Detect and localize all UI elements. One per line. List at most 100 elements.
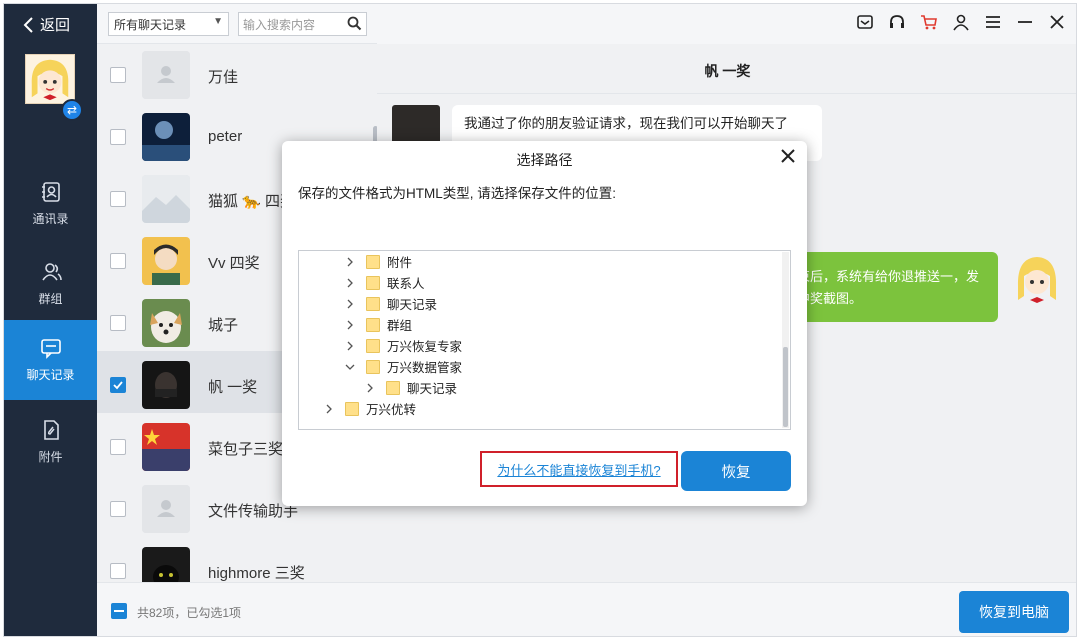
select-path-dialog: 选择路径 保存的文件格式为HTML类型, 请选择保存文件的位置: 附件 联系人 … bbox=[282, 141, 807, 506]
restore-button[interactable]: 恢复 bbox=[681, 451, 791, 491]
contact-checkbox[interactable] bbox=[110, 563, 126, 579]
tree-item-label: 万兴数据管家 bbox=[387, 361, 463, 375]
search-placeholder: 输入搜索内容 bbox=[243, 18, 316, 32]
folder-icon bbox=[345, 401, 359, 416]
tree-item[interactable]: 万兴恢复专家 bbox=[344, 335, 462, 356]
nav-item-contacts[interactable]: 通讯录 bbox=[4, 164, 97, 244]
avatar bbox=[142, 361, 190, 409]
chevron-right-icon[interactable] bbox=[344, 340, 356, 352]
recover-to-pc-button[interactable]: 恢复到电脑 bbox=[959, 591, 1069, 633]
avatar bbox=[142, 547, 190, 582]
tree-item-label: 聊天记录 bbox=[407, 382, 458, 396]
tree-item-label: 联系人 bbox=[387, 277, 425, 291]
tree-item-label: 万兴恢复专家 bbox=[387, 340, 463, 354]
avatar bbox=[142, 175, 190, 223]
contact-name: highmore 三奖 bbox=[208, 565, 305, 582]
chevron-right-icon[interactable] bbox=[323, 403, 335, 415]
chevron-left-icon bbox=[23, 16, 33, 33]
chevron-right-icon[interactable] bbox=[344, 277, 356, 289]
folder-icon bbox=[386, 380, 400, 395]
tree-item[interactable]: 附件 bbox=[344, 251, 412, 272]
list-item[interactable]: highmore 三奖 bbox=[97, 537, 377, 582]
swap-account-icon[interactable]: ⇄ bbox=[61, 99, 83, 121]
tree-item[interactable]: 群组 bbox=[344, 314, 412, 335]
contact-checkbox[interactable] bbox=[110, 501, 126, 517]
dialog-description: 保存的文件格式为HTML类型, 请选择保存文件的位置: bbox=[298, 186, 617, 201]
contact-checkbox[interactable] bbox=[110, 253, 126, 269]
mail-icon[interactable] bbox=[856, 13, 874, 31]
contact-name: 菜包子三奖 bbox=[208, 441, 284, 458]
search-icon[interactable] bbox=[347, 16, 362, 31]
filter-value: 所有聊天记录 bbox=[114, 18, 187, 32]
avatar bbox=[142, 51, 190, 99]
app-window: 返回 ⇄ 通讯录 群组 聊天记录 附件 所有聊天记录 ▼ 输入搜索内容 万佳 p… bbox=[3, 3, 1077, 637]
contact-checkbox[interactable] bbox=[110, 67, 126, 83]
chat-filter-select[interactable]: 所有聊天记录 ▼ bbox=[108, 12, 229, 36]
contacts-icon bbox=[41, 182, 60, 202]
contact-name: Vv 四奖 bbox=[208, 255, 260, 272]
nav-item-attachments[interactable]: 附件 bbox=[4, 402, 97, 482]
chevron-right-icon[interactable] bbox=[344, 256, 356, 268]
group-icon bbox=[41, 263, 62, 281]
attachment-icon bbox=[43, 420, 59, 440]
avatar bbox=[142, 299, 190, 347]
folder-icon bbox=[366, 296, 380, 311]
chevron-right-icon[interactable] bbox=[364, 382, 376, 394]
nav-item-label: 群组 bbox=[38, 292, 63, 306]
nav-item-label: 通讯录 bbox=[32, 212, 69, 226]
contact-name: 万佳 bbox=[208, 69, 239, 86]
back-button[interactable]: 返回 bbox=[22, 14, 70, 35]
tree-scrollbar[interactable] bbox=[782, 252, 789, 428]
folder-icon bbox=[366, 275, 380, 290]
contact-name: 帆 一奖 bbox=[208, 379, 258, 396]
dialog-title: 选择路径 bbox=[516, 152, 573, 168]
avatar bbox=[142, 237, 190, 285]
tree-item[interactable]: 万兴优转 bbox=[323, 398, 416, 419]
folder-icon bbox=[366, 338, 380, 353]
tree-item[interactable]: 聊天记录 bbox=[344, 293, 437, 314]
contact-checkbox[interactable] bbox=[110, 129, 126, 145]
tree-item[interactable]: 聊天记录 bbox=[364, 377, 457, 398]
nav-item-label: 附件 bbox=[38, 450, 63, 464]
tree-scrollbar-thumb[interactable] bbox=[783, 347, 788, 427]
minimize-icon[interactable] bbox=[1016, 13, 1034, 31]
tree-item[interactable]: 万兴数据管家 bbox=[344, 356, 462, 377]
list-item[interactable]: 万佳 bbox=[97, 44, 377, 103]
folder-icon bbox=[366, 254, 380, 269]
close-icon[interactable] bbox=[779, 147, 797, 165]
nav-item-groups[interactable]: 群组 bbox=[4, 244, 97, 324]
select-all-checkbox[interactable] bbox=[111, 603, 127, 619]
contact-name: peter bbox=[208, 128, 243, 145]
cart-icon[interactable] bbox=[920, 13, 938, 31]
avatar bbox=[142, 113, 190, 161]
back-label: 返回 bbox=[40, 17, 71, 34]
avatar bbox=[1013, 252, 1061, 308]
folder-tree: 附件 联系人 聊天记录 群组 万兴恢复专家 万兴数据管家 聊天记录 万兴优转 bbox=[298, 250, 791, 430]
nav-item-label: 聊天记录 bbox=[26, 368, 75, 382]
contact-checkbox[interactable] bbox=[110, 191, 126, 207]
tree-item-label: 聊天记录 bbox=[387, 298, 438, 312]
avatar bbox=[142, 485, 190, 533]
headset-icon[interactable] bbox=[888, 13, 906, 31]
search-input[interactable]: 输入搜索内容 bbox=[238, 12, 367, 36]
contact-checkbox[interactable] bbox=[110, 315, 126, 331]
user-icon[interactable] bbox=[952, 13, 970, 31]
user-avatar[interactable] bbox=[25, 54, 75, 104]
tree-item-label: 万兴优转 bbox=[366, 403, 417, 417]
why-cannot-restore-link[interactable]: 为什么不能直接恢复到手机? bbox=[480, 451, 678, 487]
chevron-right-icon[interactable] bbox=[344, 298, 356, 310]
chevron-down-icon[interactable] bbox=[344, 361, 356, 373]
contact-name: 城子 bbox=[208, 317, 239, 334]
chevron-right-icon[interactable] bbox=[344, 319, 356, 331]
tree-item-label: 群组 bbox=[387, 319, 413, 333]
folder-icon bbox=[366, 317, 380, 332]
contact-checkbox[interactable] bbox=[110, 377, 126, 393]
close-icon[interactable] bbox=[1048, 13, 1066, 31]
chevron-down-icon: ▼ bbox=[213, 16, 223, 27]
menu-icon[interactable] bbox=[984, 13, 1002, 31]
nav-item-chat-history[interactable]: 聊天记录 bbox=[4, 320, 97, 400]
tree-item[interactable]: 联系人 bbox=[344, 272, 425, 293]
avatar bbox=[142, 423, 190, 471]
contact-checkbox[interactable] bbox=[110, 439, 126, 455]
chat-header: 帆 一奖 bbox=[377, 44, 1076, 94]
